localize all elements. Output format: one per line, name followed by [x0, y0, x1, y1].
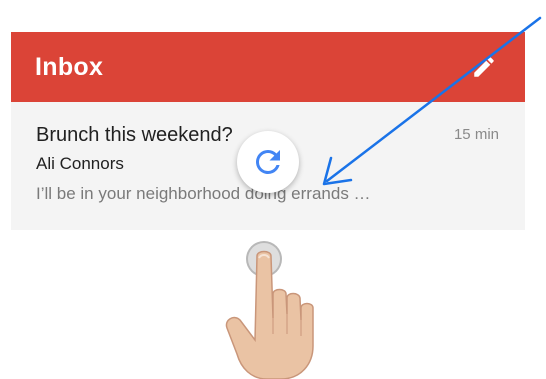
- refresh-icon: [255, 149, 280, 174]
- hand-pointer-icon: [225, 250, 314, 379]
- email-snippet: I’ll be in your neighborhood doing erran…: [36, 184, 371, 203]
- app-bar: Inbox: [11, 32, 525, 102]
- pull-to-refresh-indicator: [237, 131, 299, 193]
- pencil-icon[interactable]: [471, 54, 497, 80]
- email-time: 15 min: [453, 126, 499, 143]
- tutorial-illustration: Inbox Brunch this weekend? 15 min Ali Co…: [0, 0, 546, 379]
- email-sender: Ali Connors: [36, 154, 124, 173]
- app-title: Inbox: [35, 53, 104, 81]
- email-subject: Brunch this weekend?: [36, 124, 233, 146]
